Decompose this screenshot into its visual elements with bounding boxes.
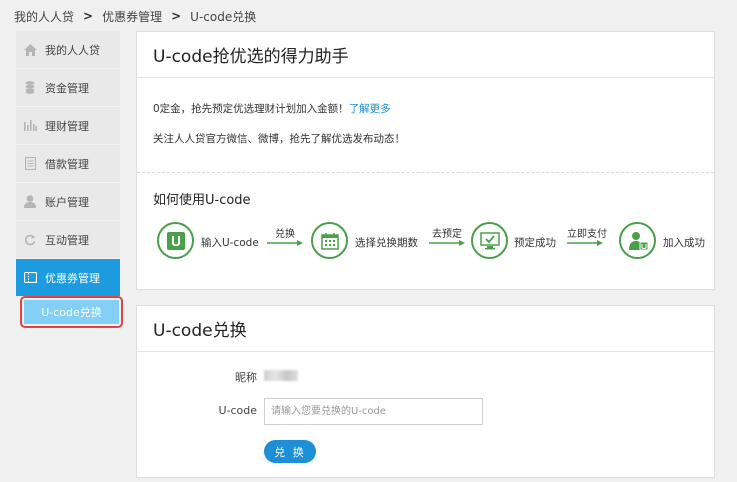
breadcrumb: 我的人人贷 > 优惠券管理 > U-code兑换 [14,8,256,24]
breadcrumb-current: U-code兑换 [190,9,257,24]
monitor-check-icon [471,222,508,259]
sidebar-item-home[interactable]: 我的人人贷 [16,31,120,69]
nickname-label: 昵称 [235,371,257,384]
sidebar-item-invest[interactable]: 理财管理 [16,107,120,145]
sidebar-subitem-label: U-code兑换 [24,300,119,324]
sidebar-subitem-ucode[interactable]: U-code兑换 [20,296,123,328]
ucode-label: U-code [218,404,257,417]
step-arrow: 兑换 [267,222,303,252]
breadcrumb-separator: > [171,9,182,23]
step-label: 加入成功 [663,237,705,249]
arrow-right-icon [267,240,303,246]
sidebar-item-label: 优惠券管理 [45,271,100,285]
notice-follow: 关注人人贷官方微信、微博，抢先了解优选发布动态！ [153,133,405,145]
sidebar-item-interact[interactable]: 互动管理 [16,221,120,259]
calendar-icon [311,222,348,259]
divider [137,172,714,173]
arrow-right-icon [567,240,603,246]
breadcrumb-separator: > [83,9,94,23]
sidebar-item-label: 理财管理 [45,119,89,133]
sidebar-item-label: 我的人人贷 [45,43,100,57]
intro-panel: U-code抢优选的得力助手 0定金，抢先预定优选理财计划加入金额！了解更多 关… [136,31,715,290]
sidebar-item-label: 互动管理 [45,233,89,247]
coins-icon [23,81,37,95]
sidebar-item-coupons[interactable]: 优惠券管理 [16,259,120,297]
breadcrumb-home-link[interactable]: 我的人人贷 [14,8,74,25]
arrow-right-icon [429,240,465,246]
howto-title: 如何使用U-code [153,193,251,208]
sidebar-item-funds[interactable]: 资金管理 [16,69,120,107]
sidebar-item-label: 资金管理 [45,81,89,95]
notice-deposit-text: 0定金，抢先预定优选理财计划加入金额！ [153,103,349,115]
redeem-panel: U-code兑换 昵称 U-code 兑 换 [136,305,715,478]
notice-deposit: 0定金，抢先预定优选理财计划加入金额！了解更多 [153,101,391,116]
step-arrow: 去预定 [429,222,465,252]
arrow-label: 立即支付 [567,229,607,240]
step-label: 预定成功 [514,237,556,249]
coupon-icon [23,271,37,285]
step-label: 选择兑换期数 [355,237,418,249]
breadcrumb-coupon-link[interactable]: 优惠券管理 [102,8,162,25]
arrow-label: 去预定 [432,229,462,240]
ucode-step-icon [157,222,194,259]
sidebar-item-label: 借款管理 [45,157,89,171]
redeem-button[interactable]: 兑 换 [264,440,316,463]
document-icon [23,157,37,171]
steps-flow: 输入U-code 兑换 选择兑换期数 去预定 预定成功 立即支付 加入成功 [157,222,707,264]
intro-title: U-code抢优选的得力助手 [137,32,714,78]
sidebar: 我的人人贷 资金管理 理财管理 借款管理 账户管理 互动管理 优惠券管理 U-c… [16,31,123,328]
user-join-icon [619,222,656,259]
learn-more-link[interactable]: 了解更多 [349,103,391,115]
arrow-label: 兑换 [275,229,295,240]
ucode-input[interactable] [264,398,483,425]
bar-chart-icon [23,119,37,133]
step-arrow: 立即支付 [567,222,607,252]
sidebar-item-account[interactable]: 账户管理 [16,183,120,221]
home-icon [23,43,37,57]
step-label: 输入U-code [201,237,259,249]
user-icon [23,195,37,209]
sidebar-item-label: 账户管理 [45,195,89,209]
redeem-title: U-code兑换 [137,306,714,352]
nickname-value-blurred [264,370,298,381]
refresh-icon [23,233,37,247]
sidebar-item-loans[interactable]: 借款管理 [16,145,120,183]
